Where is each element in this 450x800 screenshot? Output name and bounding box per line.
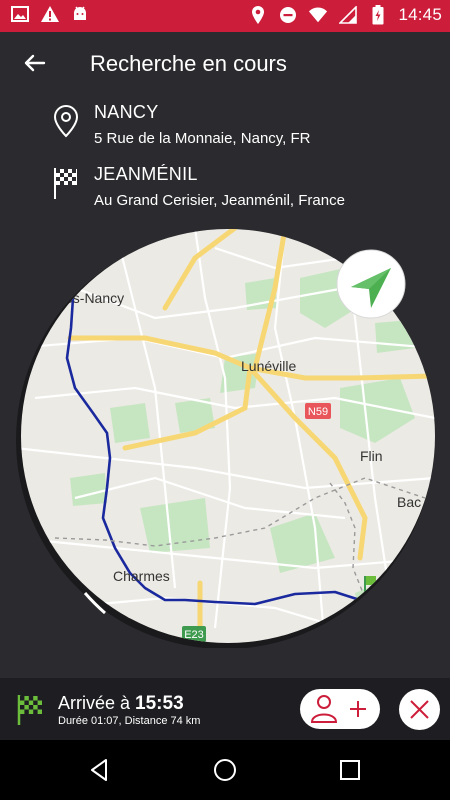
svg-text:N59: N59 [308, 406, 328, 418]
arrival-flag-icon [16, 694, 44, 726]
person-icon [310, 695, 338, 723]
wifi-icon [308, 5, 328, 25]
back-arrow-icon [24, 54, 46, 72]
origin-name: NANCY [94, 102, 159, 122]
destination-address: Au Grand Cerisier, Jeanménil, France [94, 192, 345, 209]
system-nav-bar [0, 740, 450, 800]
plus-icon [350, 701, 366, 717]
android-icon [70, 4, 90, 24]
location-pin-icon [50, 104, 82, 140]
map-label-bac: Bac [397, 494, 421, 510]
battery-charging-icon [368, 5, 388, 25]
square-recents-icon [340, 760, 360, 780]
status-bar: 14:45 [0, 0, 450, 32]
clock: 14:45 [398, 5, 442, 24]
destination-row: JEANMÉNIL Au Grand Cerisier, Jeanménil, … [0, 162, 450, 218]
image-icon [10, 4, 30, 24]
origin-row: NANCY 5 Rue de la Monnaie, Nancy, FR [0, 100, 450, 156]
arrival-title: Arrivée à 15:53 [58, 693, 184, 715]
nav-recents-button[interactable] [336, 756, 364, 784]
map-label-charmes: Charmes [113, 568, 170, 584]
signal-icon [338, 5, 358, 25]
map-label-luneville: Lunéville [241, 358, 296, 374]
back-button[interactable] [20, 48, 50, 78]
nav-home-button[interactable] [211, 756, 239, 784]
map-label-flin: Flin [360, 448, 383, 464]
destination-name: JEANMÉNIL [94, 164, 198, 184]
page-title: Recherche en cours [90, 51, 287, 76]
recenter-button[interactable] [336, 249, 406, 319]
arrival-prefix: Arrivée à [58, 693, 131, 713]
arrival-details: Durée 01:07, Distance 74 km [58, 715, 201, 727]
arrival-bar: Arrivée à 15:53 Durée 01:07, Distance 74… [0, 678, 450, 740]
triangle-back-icon [91, 759, 107, 781]
do-not-disturb-icon [278, 5, 298, 25]
warning-icon [40, 4, 60, 24]
map-label-nancy: ès-Nancy [65, 290, 124, 306]
location-icon [248, 5, 268, 25]
nav-back-button[interactable] [86, 756, 114, 784]
arrival-time: 15:53 [135, 693, 184, 714]
origin-address: 5 Rue de la Monnaie, Nancy, FR [94, 130, 311, 147]
checkered-flag-icon [50, 166, 82, 202]
add-passenger-button[interactable] [300, 689, 380, 729]
road-shield-n59: N59 [305, 403, 331, 419]
route-map[interactable]: N59 E23 ès-Nancy Lunéville Flin Bac Char… [15, 228, 435, 649]
close-icon [410, 700, 429, 719]
cancel-button[interactable] [399, 689, 440, 730]
top-header: Recherche en cours [0, 32, 450, 92]
circle-home-icon [214, 759, 236, 781]
